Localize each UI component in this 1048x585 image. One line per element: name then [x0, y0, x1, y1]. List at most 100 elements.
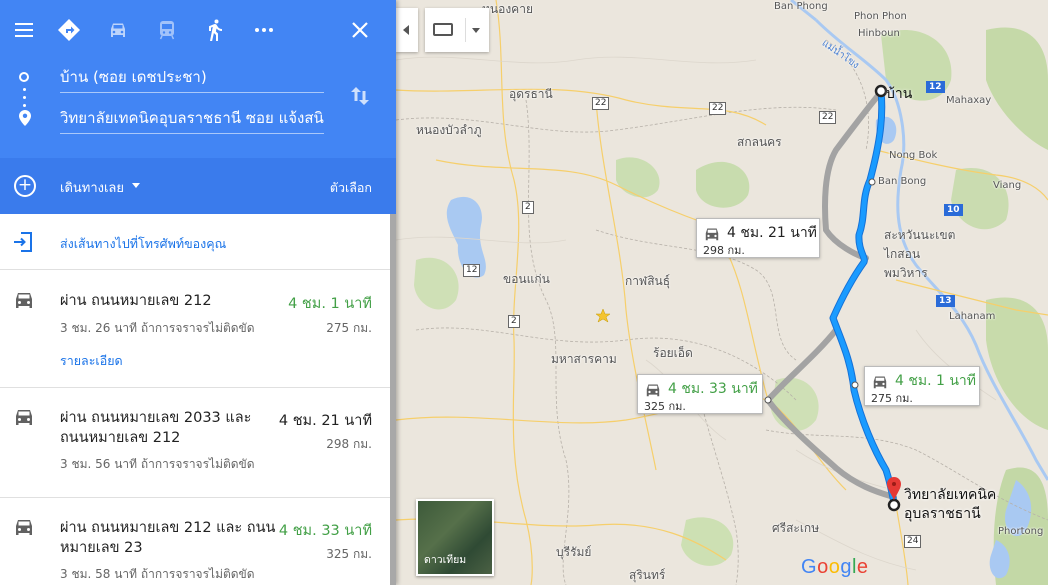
close-icon[interactable] [348, 18, 372, 42]
options-bar: + เดินทางเลย ตัวเลือก [0, 158, 396, 214]
road-shield: 24 [904, 535, 922, 548]
origin-circle-icon [19, 72, 29, 82]
car-icon [703, 226, 721, 241]
directions-panel: บ้าน (ซอย เดชประชา) วิทยาลัยเทคนิคอุบลรา… [0, 0, 396, 585]
route-list: ผ่าน ถนนหมายเลข 212 4 ชม. 1 นาที 275 กม.… [0, 271, 390, 585]
directions-header: บ้าน (ซอย เดชประชา) วิทยาลัยเทคนิคอุบลรา… [0, 0, 396, 158]
route-tooltip-2[interactable]: 4 ชม. 21 นาที 298 กม. [696, 218, 820, 258]
input-tools-button[interactable] [425, 8, 489, 52]
place-label: กาฬสินธุ์ [625, 274, 671, 288]
place-label: Mahaxay [946, 95, 992, 106]
tooltip-distance: 298 กม. [703, 244, 745, 257]
place-label: สกลนคร [737, 135, 782, 149]
travel-mode-bar [0, 0, 396, 60]
place-label: Hinboun [858, 28, 900, 39]
swap-icon[interactable] [348, 84, 372, 108]
place-label: ขอนแก่น [503, 272, 550, 286]
route-option-1[interactable]: ผ่าน ถนนหมายเลข 212 4 ชม. 1 นาที 275 กม.… [0, 271, 390, 388]
car-icon [644, 382, 662, 397]
destination-label-line2: อุบลราชธานี [904, 506, 981, 522]
place-label: Phortong [998, 526, 1044, 537]
google-maps-app: บ้าน (ซอย เดชประชา) วิทยาลัยเทคนิคอุบลรา… [0, 0, 1048, 585]
road-shield: 2 [508, 315, 520, 328]
place-label: Ban Phong [774, 1, 828, 12]
road-shield: 22 [592, 97, 610, 110]
scrollbar[interactable] [390, 214, 396, 585]
keyboard-icon [433, 23, 453, 36]
destination-row: วิทยาลัยเทคนิคอุบลราชธานี ซอย แจ้งสนิท [0, 104, 396, 134]
route-traffic-note: 3 ชม. 26 นาที ถ้าการจราจรไม่ติดขัด [60, 321, 255, 335]
car-icon [13, 518, 35, 536]
car-mode-icon[interactable] [106, 18, 130, 42]
route-details-link[interactable]: รายละเอียด [60, 351, 123, 371]
route-traffic-note: 3 ชม. 58 นาที ถ้าการจราจรไม่ติดขัด [60, 567, 255, 581]
route-duration: 4 ชม. 33 นาที [278, 523, 372, 539]
leave-now-dropdown[interactable]: เดินทางเลย [60, 177, 124, 198]
directions-icon[interactable] [57, 18, 81, 42]
map-canvas[interactable]: Ban Phong Phon Phon Hinboun หนองคาย แม่น… [396, 0, 1048, 585]
destination-label: วิทยาลัยเทคนิค อุบลราชธานี [904, 486, 996, 524]
google-logo: Google [801, 556, 869, 578]
more-icon[interactable] [252, 18, 276, 42]
road-shield: 10 [944, 204, 963, 216]
car-icon [13, 291, 35, 309]
walk-mode-icon[interactable] [203, 18, 227, 42]
tooltip-distance: 325 กม. [644, 400, 686, 413]
route-duration: 4 ชม. 1 นาที [288, 296, 372, 312]
origin-label: บ้าน [886, 86, 913, 102]
origin-row: บ้าน (ซอย เดชประชา) [0, 63, 396, 93]
place-label: สุรินทร์ [629, 568, 666, 582]
road-shield: 12 [926, 81, 945, 93]
menu-icon[interactable] [12, 18, 36, 42]
destination-pin-icon [18, 109, 32, 127]
place-label: Nong Bok [889, 150, 938, 161]
place-label: ร้อยเอ็ด [653, 346, 693, 360]
route-tooltip-1[interactable]: 4 ชม. 1 นาที 275 กม. [864, 366, 980, 406]
route-option-2[interactable]: ผ่าน ถนนหมายเลข 2033 และ ถนนหมายเลข 212 … [0, 388, 390, 498]
route-title: ผ่าน ถนนหมายเลข 2033 และ ถนนหมายเลข 212 [60, 410, 252, 446]
route-tooltip-3[interactable]: 4 ชม. 33 นาที 325 กม. [637, 374, 763, 414]
place-label: หนองบัวลำภู [416, 123, 482, 137]
place-label: บุรีรัมย์ [556, 545, 592, 559]
route-distance: 298 กม. [326, 437, 372, 451]
place-label: สะหวันนะเขต [884, 228, 956, 242]
destination-label-line1: วิทยาลัยเทคนิค [904, 487, 997, 503]
place-label: มหาสารคาม [551, 352, 617, 366]
route-distance: 325 กม. [326, 547, 372, 561]
place-label: Lahanam [949, 311, 996, 322]
origin-input[interactable]: บ้าน (ซอย เดชประชา) [60, 63, 324, 93]
collapse-panel-button[interactable] [396, 8, 418, 52]
route-duration: 4 ชม. 21 นาที [278, 413, 372, 429]
place-label: หนองคาย [482, 2, 533, 16]
destination-input[interactable]: วิทยาลัยเทคนิคอุบลราชธานี ซอย แจ้งสนิท [60, 104, 324, 134]
chevron-down-icon[interactable] [472, 28, 480, 33]
place-label: ไกสอน [884, 247, 921, 261]
place-label: Phon Phon [854, 11, 907, 22]
send-to-phone-icon [12, 231, 34, 253]
tooltip-distance: 275 กม. [871, 392, 913, 405]
route-option-3[interactable]: ผ่าน ถนนหมายเลข 212 และ ถนนหมายเลข 23 4 … [0, 498, 390, 585]
chevron-down-icon[interactable] [132, 183, 140, 188]
route-title: ผ่าน ถนนหมายเลข 212 และ ถนนหมายเลข 23 [60, 520, 276, 556]
satellite-label: ดาวเทียม [424, 554, 467, 566]
car-icon [13, 408, 35, 426]
road-shield: 22 [709, 102, 727, 115]
add-destination-icon[interactable]: + [14, 175, 36, 197]
place-label: Viang [993, 180, 1022, 191]
route-traffic-note: 3 ชม. 56 นาที ถ้าการจราจรไม่ติดขัด [60, 457, 255, 471]
place-label: ศรีสะเกษ [772, 521, 820, 535]
send-to-phone-link[interactable]: ส่งเส้นทางไปที่โทรศัพท์ของคุณ [60, 234, 226, 254]
route-distance: 275 กม. [326, 321, 372, 335]
road-shield: 13 [936, 295, 955, 307]
route-title: ผ่าน ถนนหมายเลข 212 [60, 293, 212, 309]
car-icon [871, 374, 889, 389]
satellite-toggle[interactable]: ดาวเทียม [416, 499, 494, 576]
options-button[interactable]: ตัวเลือก [330, 178, 372, 198]
send-to-phone-row[interactable]: ส่งเส้นทางไปที่โทรศัพท์ของคุณ [0, 214, 396, 270]
place-label: พมวิหาร [884, 266, 928, 280]
place-label: Ban Bong [878, 176, 927, 187]
place-label: อุดรธานี [509, 87, 553, 101]
transit-mode-icon[interactable] [155, 18, 179, 42]
road-shield: 2 [522, 201, 534, 214]
road-shield: 12 [463, 264, 481, 277]
